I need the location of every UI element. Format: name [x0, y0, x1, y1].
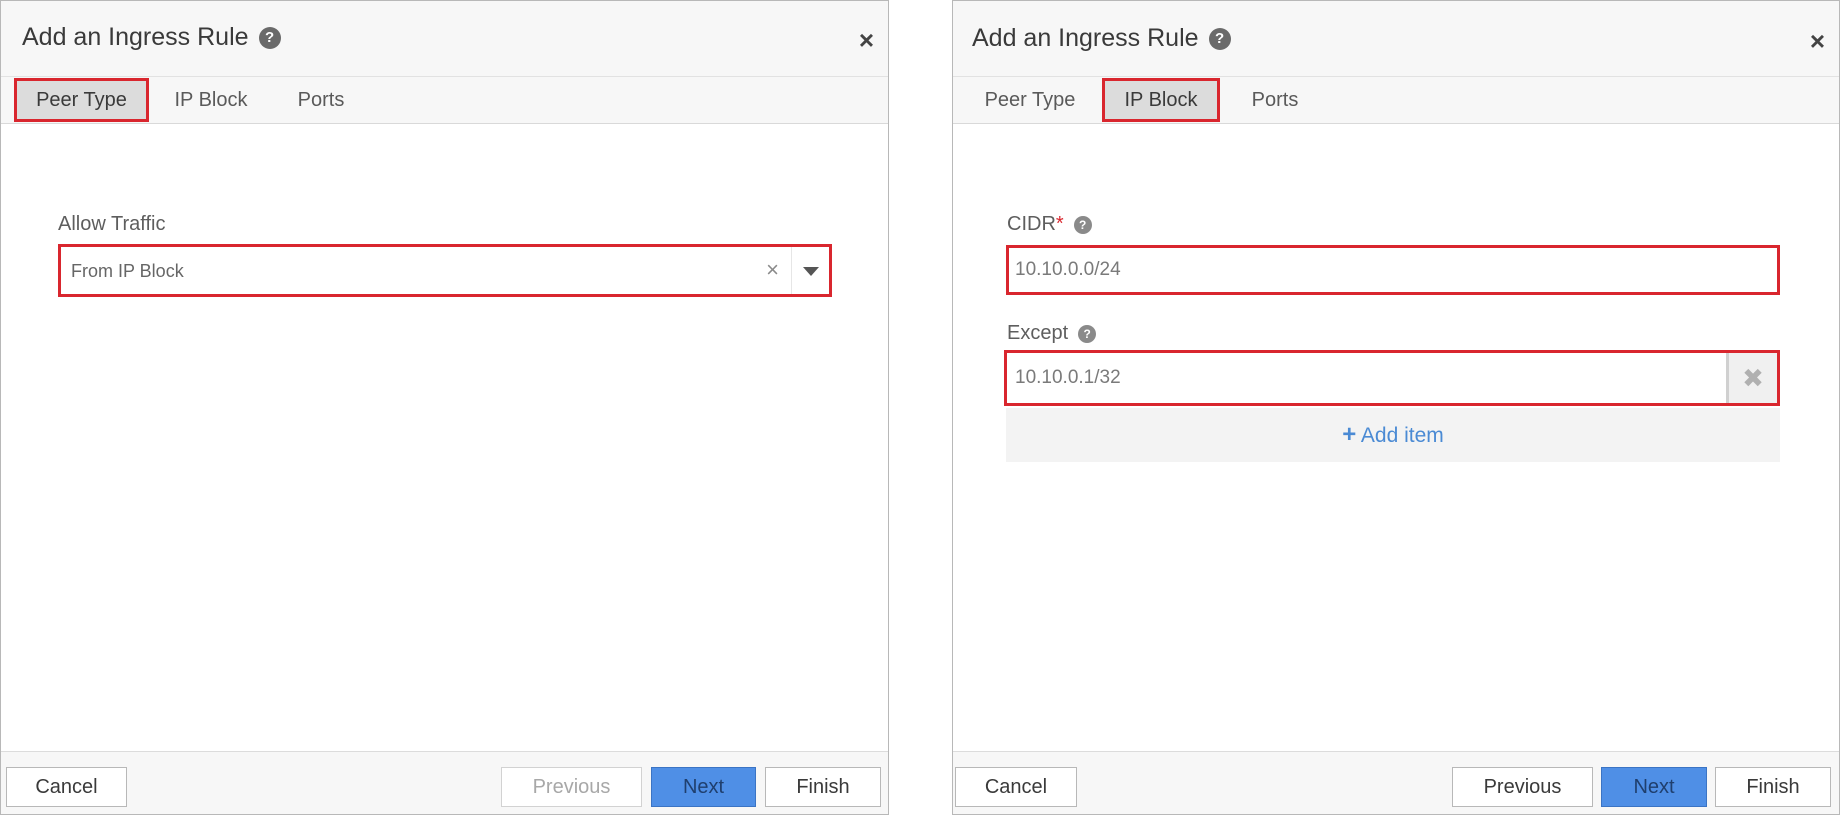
- dialog-header: Add an Ingress Rule? ×: [953, 1, 1839, 77]
- wizard-tabs: Peer Type IP Block Ports: [1, 77, 888, 124]
- remove-item-button[interactable]: ✖: [1726, 353, 1777, 403]
- help-icon[interactable]: ?: [1208, 28, 1231, 50]
- except-input[interactable]: 10.10.0.1/32 ✖: [1004, 350, 1780, 406]
- dialog-footer: Cancel Previous Next Finish: [1, 751, 888, 814]
- tab-ports[interactable]: Ports: [281, 78, 361, 122]
- dialog-title: Add an Ingress Rule?: [22, 23, 281, 52]
- help-icon[interactable]: ?: [1078, 325, 1097, 343]
- chevron-down-icon[interactable]: [791, 247, 829, 294]
- tab-ports[interactable]: Ports: [1235, 78, 1315, 122]
- except-label-text: Except: [1007, 322, 1069, 344]
- help-icon[interactable]: ?: [258, 27, 281, 49]
- except-label: Except?: [1007, 322, 1097, 345]
- clear-icon[interactable]: ×: [766, 257, 779, 283]
- tab-peer-type[interactable]: Peer Type: [14, 78, 149, 122]
- dialog-title-text: Add an Ingress Rule: [22, 23, 249, 51]
- cancel-button[interactable]: Cancel: [955, 767, 1077, 807]
- finish-button[interactable]: Finish: [1715, 767, 1831, 807]
- close-icon[interactable]: ×: [1810, 28, 1825, 54]
- add-item-label: Add item: [1360, 424, 1444, 447]
- tab-ip-block[interactable]: IP Block: [161, 78, 261, 122]
- dialog-footer: Cancel Previous Next Finish: [953, 751, 1839, 814]
- dialog-title: Add an Ingress Rule?: [972, 24, 1231, 53]
- required-asterisk: *: [1055, 213, 1064, 235]
- cidr-input[interactable]: 10.10.0.0/24: [1006, 245, 1780, 295]
- cancel-button[interactable]: Cancel: [6, 767, 127, 807]
- wizard-tabs: Peer Type IP Block Ports: [953, 77, 1839, 124]
- previous-button[interactable]: Previous: [501, 767, 642, 807]
- next-button[interactable]: Next: [651, 767, 756, 807]
- except-value: 10.10.0.1/32: [1015, 367, 1121, 388]
- allow-traffic-label: Allow Traffic: [58, 213, 166, 235]
- close-icon[interactable]: ×: [859, 27, 874, 53]
- allow-traffic-value: From IP Block: [71, 261, 184, 281]
- previous-button[interactable]: Previous: [1452, 767, 1593, 807]
- ingress-rule-dialog-peer-type: Add an Ingress Rule? × Peer Type IP Bloc…: [0, 0, 889, 815]
- dialog-header: Add an Ingress Rule? ×: [1, 1, 888, 77]
- tab-peer-type[interactable]: Peer Type: [970, 78, 1090, 122]
- help-icon[interactable]: ?: [1073, 216, 1092, 234]
- add-item-button[interactable]: + Add item: [1006, 408, 1780, 462]
- cidr-label: CIDR*?: [1007, 213, 1092, 236]
- allow-traffic-select[interactable]: From IP Block ×: [58, 244, 832, 297]
- next-button[interactable]: Next: [1601, 767, 1707, 807]
- finish-button[interactable]: Finish: [765, 767, 881, 807]
- tab-ip-block[interactable]: IP Block: [1102, 78, 1220, 122]
- cidr-label-text: CIDR: [1007, 213, 1056, 235]
- dialog-title-text: Add an Ingress Rule: [972, 24, 1199, 52]
- cidr-value: 10.10.0.0/24: [1015, 259, 1121, 280]
- plus-icon: +: [1342, 421, 1357, 448]
